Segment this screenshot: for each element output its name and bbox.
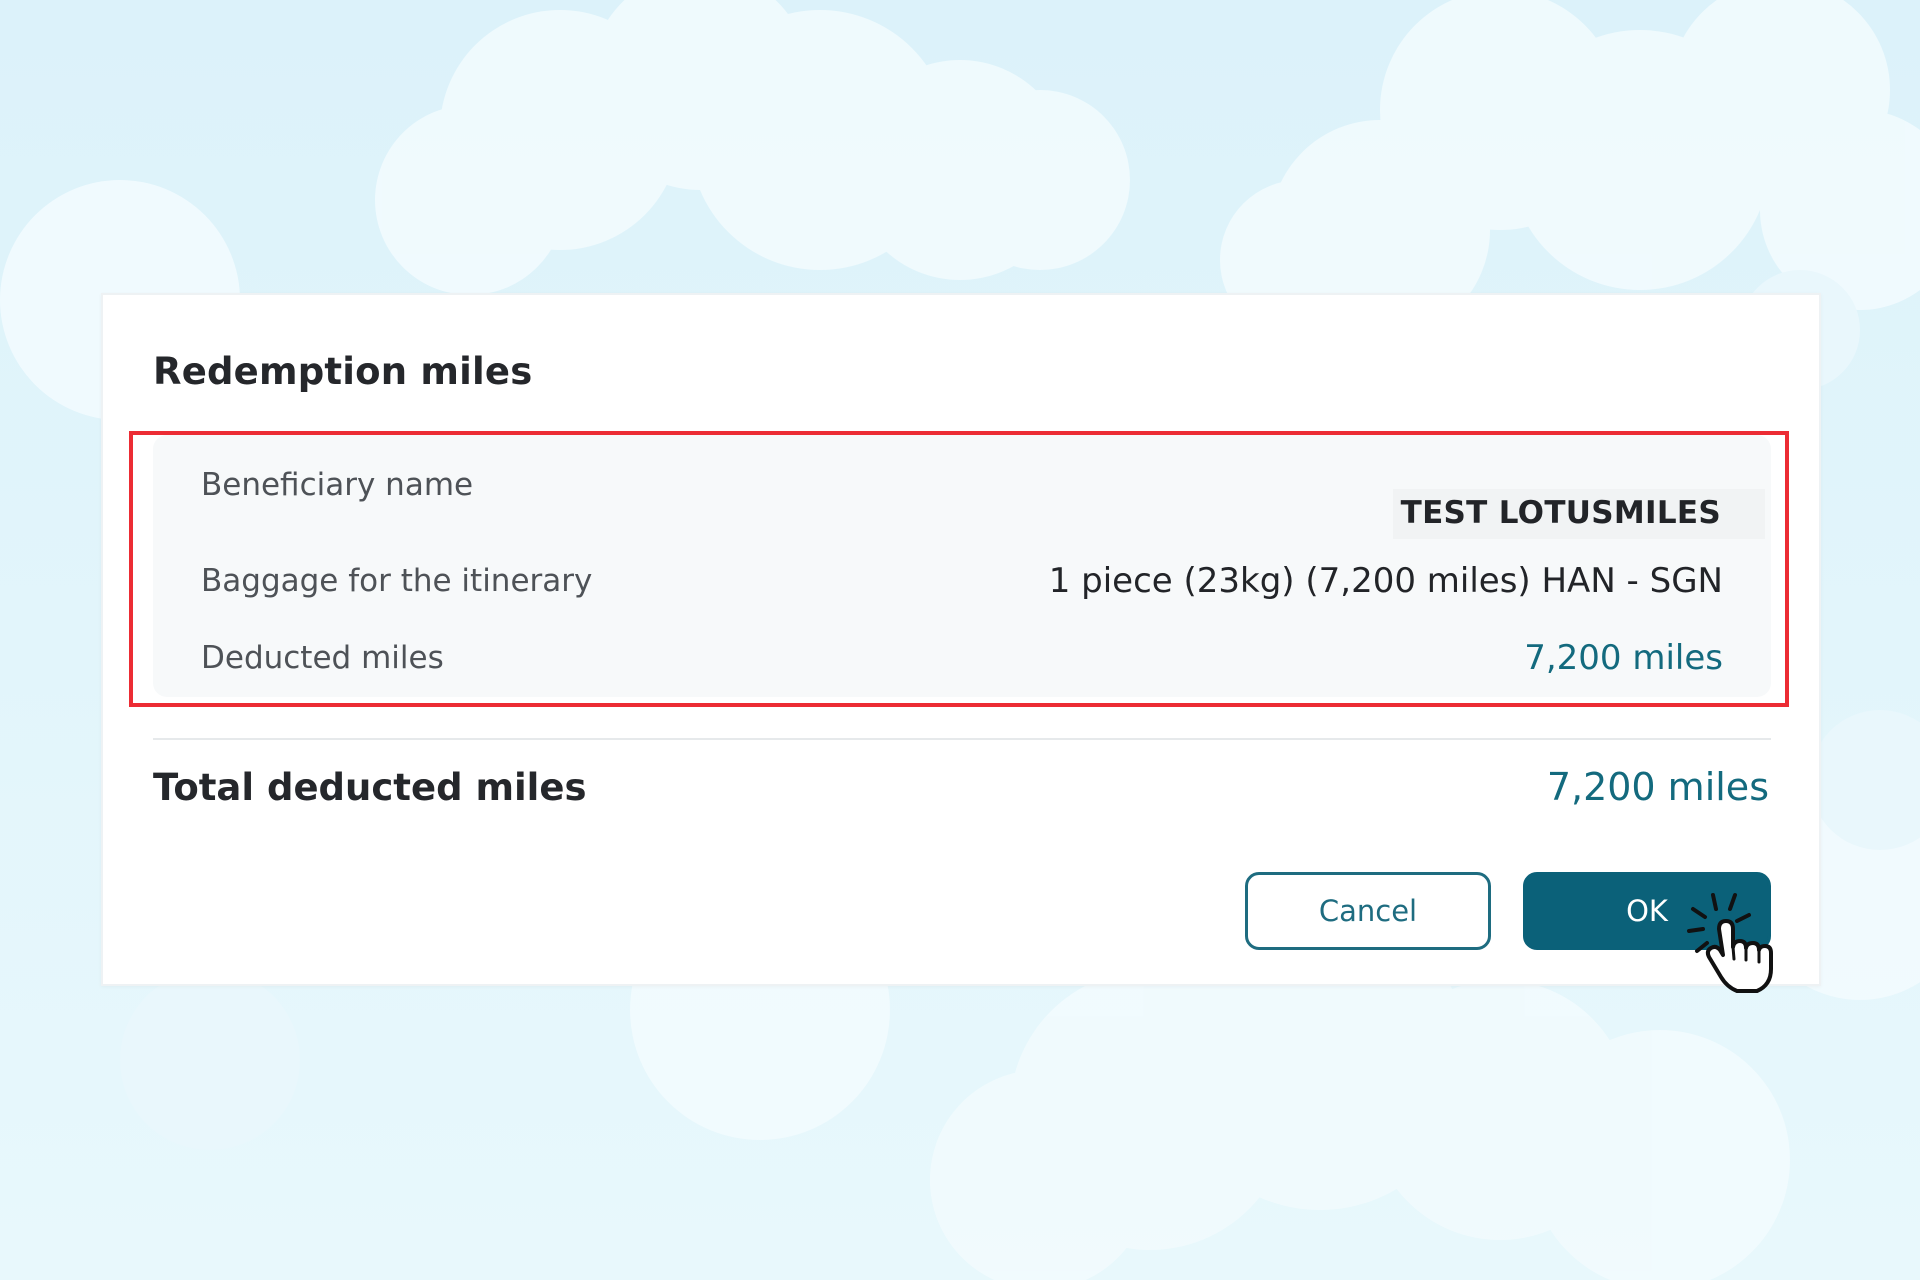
total-row: Total deducted miles 7,200 miles xyxy=(153,765,1769,809)
redemption-details-panel: Beneficiary name TEST LOTUSMILES Baggage… xyxy=(153,435,1771,697)
detail-row-baggage: Baggage for the itinerary 1 piece (23kg)… xyxy=(201,561,1723,601)
detail-row-deducted-miles: Deducted miles 7,200 miles xyxy=(201,638,1723,678)
baggage-label: Baggage for the itinerary xyxy=(201,563,593,599)
beneficiary-name-label: Beneficiary name xyxy=(201,467,474,503)
detail-row-beneficiary: Beneficiary name TEST LOTUSMILES xyxy=(201,453,1765,539)
deducted-miles-value: 7,200 miles xyxy=(1524,638,1723,678)
cancel-button[interactable]: Cancel xyxy=(1245,872,1491,950)
baggage-value: 1 piece (23kg) (7,200 miles) HAN - SGN xyxy=(1048,561,1723,601)
dialog-title: Redemption miles xyxy=(153,350,533,393)
total-deducted-miles-value: 7,200 miles xyxy=(1546,765,1769,809)
divider xyxy=(153,738,1771,740)
total-deducted-miles-label: Total deducted miles xyxy=(153,765,587,809)
deducted-miles-label: Deducted miles xyxy=(201,640,444,676)
ok-button[interactable]: OK xyxy=(1523,872,1771,950)
beneficiary-name-value: TEST LOTUSMILES xyxy=(1392,489,1765,539)
redemption-miles-dialog: Redemption miles Beneficiary name TEST L… xyxy=(101,293,1821,993)
